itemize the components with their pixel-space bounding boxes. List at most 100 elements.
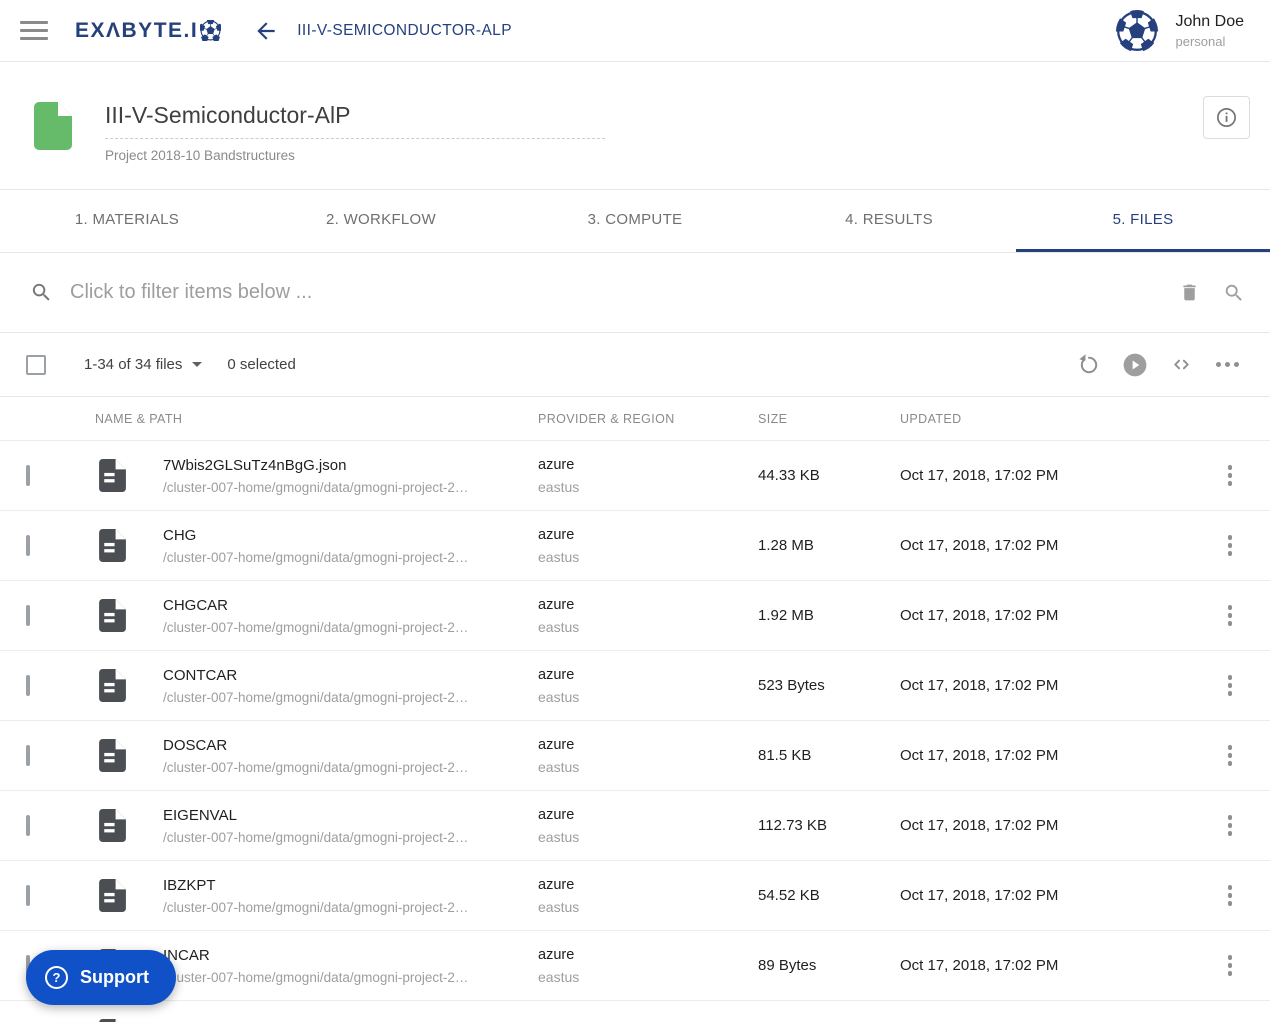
selected-count-label: 0 selected	[227, 356, 296, 373]
row-more-icon[interactable]	[1224, 881, 1237, 910]
file-region: eastus	[538, 618, 580, 635]
file-region: eastus	[538, 758, 580, 775]
row-more-icon[interactable]	[1224, 811, 1237, 840]
file-updated: Oct 17, 2018, 17:02 PM	[900, 677, 1059, 694]
file-name[interactable]: 7Wbis2GLSuTz4nBgG.json	[163, 457, 538, 474]
file-name[interactable]: CONTCAR	[163, 667, 538, 684]
tab-5-files[interactable]: 5. FILES	[1016, 190, 1270, 252]
table-row: IBZKPT /cluster-007-home/gmogni/data/gmo…	[0, 861, 1270, 931]
file-provider: azure	[538, 666, 575, 683]
top-app-bar: EXΛBYTE.I III-V-SEMICONDUCTOR-ALP John D…	[0, 0, 1270, 62]
file-path: /cluster-007-home/gmogni/data/gmogni-pro…	[163, 549, 469, 565]
file-updated: Oct 17, 2018, 17:02 PM	[900, 957, 1059, 974]
file-size: 523 Bytes	[758, 677, 825, 694]
back-arrow-icon[interactable]	[253, 18, 279, 44]
tab-2-workflow[interactable]: 2. WORKFLOW	[254, 190, 508, 252]
play-circle-icon	[1123, 353, 1147, 376]
file-size: 81.5 KB	[758, 747, 812, 764]
table-row: 7Wbis2GLSuTz4nBgG.json /cluster-007-home…	[0, 441, 1270, 511]
file-size: 44.33 KB	[758, 467, 820, 484]
file-path: /cluster-007-home/gmogni/data/gmogni-pro…	[163, 899, 469, 915]
avatar	[1116, 10, 1158, 52]
row-more-icon[interactable]	[1224, 741, 1237, 770]
table-row: CONTCAR /cluster-007-home/gmogni/data/gm…	[0, 651, 1270, 721]
logo-text: EXΛBYTE.I	[75, 18, 199, 42]
file-provider: azure	[538, 596, 575, 613]
support-button[interactable]: ? Support	[26, 950, 176, 1005]
menu-icon[interactable]	[20, 21, 48, 40]
filter-search-icon	[32, 283, 50, 301]
row-checkbox[interactable]	[26, 744, 30, 766]
project-file-icon	[34, 102, 72, 150]
files-range-label: 1-34 of 34 files	[84, 356, 183, 373]
file-name[interactable]: IBZKPT	[163, 877, 538, 894]
file-rows: 7Wbis2GLSuTz4nBgG.json /cluster-007-home…	[0, 441, 1270, 1022]
filter-input[interactable]	[70, 281, 1174, 304]
tab-3-compute[interactable]: 3. COMPUTE	[508, 190, 762, 252]
file-updated: Oct 17, 2018, 17:02 PM	[900, 887, 1059, 904]
table-row: INCAR /cluster-007-home/gmogni/data/gmog…	[0, 931, 1270, 1001]
tab-1-materials[interactable]: 1. MATERIALS	[0, 190, 254, 252]
select-all-checkbox[interactable]	[26, 354, 46, 375]
user-menu[interactable]: John Doe personal	[1116, 10, 1245, 52]
file-size: 1.28 MB	[758, 537, 814, 554]
filter-bar	[0, 253, 1270, 333]
file-name[interactable]: DOSCAR	[163, 737, 538, 754]
row-more-icon[interactable]	[1224, 951, 1237, 980]
run-button[interactable]	[1120, 350, 1150, 380]
file-name[interactable]: CHGCAR	[163, 597, 538, 614]
user-name: John Doe	[1175, 12, 1245, 30]
row-more-icon[interactable]	[1224, 601, 1237, 630]
tabs: 1. MATERIALS 2. WORKFLOW 3. COMPUTE 4. RESU…	[0, 190, 1270, 253]
breadcrumb: III-V-SEMICONDUCTOR-ALP	[297, 21, 512, 39]
search-button[interactable]	[1219, 278, 1249, 308]
row-more-icon[interactable]	[1224, 461, 1237, 490]
table-header: NAME & PATH PROVIDER & REGION SIZE UPDAT…	[0, 397, 1270, 441]
file-name[interactable]: CHG	[163, 527, 538, 544]
refresh-icon	[1079, 353, 1098, 373]
tab-4-results[interactable]: 4. RESULTS	[762, 190, 1016, 252]
file-size: 1.92 MB	[758, 607, 814, 624]
col-name-path: NAME & PATH	[95, 411, 183, 426]
app-root: EXΛBYTE.I III-V-SEMICONDUCTOR-ALP John D…	[0, 0, 1270, 1022]
file-path: /cluster-007-home/gmogni/data/gmogni-pro…	[163, 759, 469, 775]
table-row: EIGENVAL /cluster-007-home/gmogni/data/g…	[0, 791, 1270, 861]
file-icon	[99, 739, 126, 772]
refresh-button[interactable]	[1074, 350, 1104, 380]
row-checkbox[interactable]	[26, 674, 30, 696]
file-name[interactable]: EIGENVAL	[163, 807, 538, 824]
table-row: CHGCAR /cluster-007-home/gmogni/data/gmo…	[0, 581, 1270, 651]
file-updated: Oct 17, 2018, 17:02 PM	[900, 607, 1059, 624]
trash-icon	[1182, 284, 1196, 301]
row-checkbox[interactable]	[26, 814, 30, 836]
file-path: /cluster-007-home/gmogni/data/gmogni-pro…	[163, 619, 469, 635]
row-more-icon[interactable]	[1224, 531, 1237, 560]
project-title[interactable]: III-V-Semiconductor-AlP	[105, 102, 605, 139]
file-provider: azure	[538, 736, 575, 753]
file-icon	[99, 529, 126, 562]
col-provider-region: PROVIDER & REGION	[538, 411, 675, 426]
file-icon	[99, 879, 126, 912]
row-more-icon[interactable]	[1224, 671, 1237, 700]
file-region: eastus	[538, 898, 580, 915]
code-icon	[1173, 359, 1189, 370]
row-checkbox[interactable]	[26, 534, 30, 556]
project-subtitle: Project 2018-10 Bandstructures	[105, 148, 295, 163]
more-actions-button[interactable]	[1212, 350, 1242, 380]
file-updated: Oct 17, 2018, 17:02 PM	[900, 537, 1059, 554]
exabyte-logo[interactable]: EXΛBYTE.I	[75, 19, 221, 43]
code-view-button[interactable]	[1166, 350, 1196, 380]
row-checkbox[interactable]	[26, 884, 30, 906]
table-row: CHG /cluster-007-home/gmogni/data/gmogni…	[0, 511, 1270, 581]
file-provider: azure	[538, 526, 575, 543]
files-range-dropdown[interactable]: 1-34 of 34 files	[84, 356, 203, 373]
row-checkbox[interactable]	[26, 464, 30, 486]
col-updated: UPDATED	[900, 411, 962, 426]
file-name[interactable]: INCAR	[163, 947, 538, 964]
file-path: /cluster-007-home/gmogni/data/gmogni-pro…	[163, 969, 469, 985]
clear-filter-button[interactable]	[1174, 278, 1204, 308]
file-path: /cluster-007-home/gmogni/data/gmogni-pro…	[163, 689, 469, 705]
row-checkbox[interactable]	[26, 604, 30, 626]
info-button[interactable]	[1203, 96, 1250, 139]
file-region: eastus	[538, 828, 580, 845]
